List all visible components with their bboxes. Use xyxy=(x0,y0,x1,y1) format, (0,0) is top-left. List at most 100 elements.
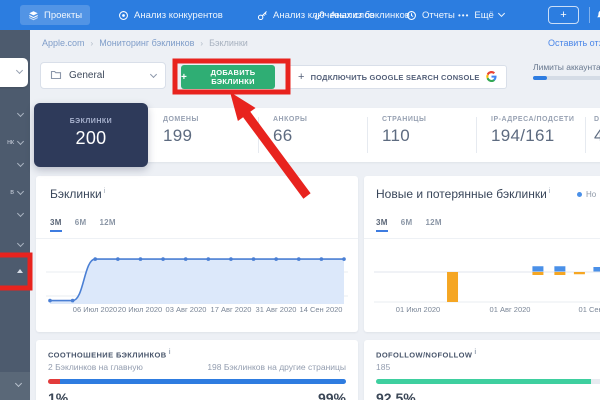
info-icon[interactable]: i xyxy=(474,349,476,356)
dofollow-count: 185 xyxy=(376,362,390,372)
dofollow-pct: 92.5% xyxy=(376,390,416,400)
divider xyxy=(476,117,477,153)
sidebar-item[interactable] xyxy=(14,244,23,246)
info-icon[interactable]: i xyxy=(169,349,171,356)
chevron-down-icon xyxy=(17,210,24,217)
sidebar-item[interactable] xyxy=(14,114,23,116)
chevron-down-icon xyxy=(17,240,24,247)
nav-item-more[interactable]: ••• Ещё xyxy=(458,5,504,25)
dofollow-bar-fill xyxy=(376,379,591,384)
tab-12m[interactable]: 12M xyxy=(425,218,441,227)
stat-card-anchors[interactable]: АНКОРЫ 66 xyxy=(273,116,307,146)
connect-gsc-button[interactable]: + ПОДКЛЮЧИТЬ GOOGLE SEARCH CONSOLE xyxy=(288,65,507,89)
chevron-down-icon xyxy=(17,110,24,117)
new-lost-bar-chart[interactable] xyxy=(372,246,600,308)
sidebar-item[interactable]: в xyxy=(10,189,23,196)
backlinks-area-chart[interactable] xyxy=(44,246,350,308)
stat-card-partial[interactable]: D 4 xyxy=(594,116,600,146)
google-icon xyxy=(486,71,497,84)
x-tick: 01 Сен 2020 xyxy=(579,305,600,314)
stat-card-backlinks[interactable]: БЭКЛИНКИ 200 xyxy=(34,103,148,167)
plus-icon: + xyxy=(298,71,305,83)
tab-6m[interactable]: 6M xyxy=(75,218,87,227)
add-backlinks-button[interactable]: + ДОБАВИТЬ БЭКЛИНКИ xyxy=(181,65,275,89)
x-tick: 17 Авг 2020 xyxy=(211,305,252,314)
folder-select[interactable]: General xyxy=(40,62,166,89)
chevron-down-icon xyxy=(498,10,505,17)
info-icon[interactable]: i xyxy=(549,188,551,195)
divider xyxy=(364,238,600,239)
folder-select-value: General xyxy=(69,70,105,81)
sidebar-item[interactable] xyxy=(14,164,23,166)
more-dots-icon: ••• xyxy=(458,11,469,20)
account-limits-label: Лимиты аккаунта xyxy=(533,62,600,72)
card-title: СООТНОШЕНИЕ БЭКЛИНКОВi xyxy=(48,349,171,360)
add-project-button[interactable]: + xyxy=(548,6,579,24)
stat-card-pages[interactable]: СТРАНИЦЫ 110 xyxy=(382,116,426,146)
folder-icon xyxy=(50,69,62,83)
stat-card-domains[interactable]: ДОМЕНЫ 199 xyxy=(163,116,199,146)
tab-3m[interactable]: 3M xyxy=(376,218,388,227)
breadcrumb-separator: › xyxy=(200,39,203,48)
reports-icon xyxy=(406,10,417,21)
bell-icon[interactable] xyxy=(595,7,600,26)
add-backlinks-label: ДОБАВИТЬ БЭКЛИНКИ xyxy=(191,68,275,86)
sidebar-project-select[interactable] xyxy=(0,58,28,87)
nav-item-label: Отчеты xyxy=(422,10,455,21)
card-title: Бэклинкиi xyxy=(50,187,105,201)
tab-12m[interactable]: 12M xyxy=(99,218,115,227)
chevron-down-icon xyxy=(17,187,24,194)
x-tick: 20 Июл 2020 xyxy=(118,305,162,314)
divider xyxy=(36,238,358,239)
competitors-icon xyxy=(118,10,129,21)
nav-item-projects[interactable]: Проекты xyxy=(20,5,90,25)
account-limits-fill xyxy=(533,76,547,80)
feedback-link[interactable]: Оставить отз xyxy=(548,38,600,48)
ratio-bar-other xyxy=(60,379,346,384)
info-icon[interactable]: i xyxy=(104,188,106,195)
stat-card-ip[interactable]: IP-АДРЕСА/ПОДСЕТИ 194/161 xyxy=(491,116,574,146)
breadcrumb-section[interactable]: Мониторинг бэклинков xyxy=(99,38,194,48)
legend-label: Но xyxy=(586,190,596,199)
backlink-ratio-card: СООТНОШЕНИЕ БЭКЛИНКОВi 2 Бэклинков на гл… xyxy=(36,340,358,400)
x-tick: 01 Авг 2020 xyxy=(490,305,531,314)
tab-3m[interactable]: 3M xyxy=(50,218,62,227)
x-tick: 14 Сен 2020 xyxy=(300,305,343,314)
nav-item-reports[interactable]: Отчеты xyxy=(398,5,463,25)
x-tick: 06 Июл 2020 xyxy=(73,305,117,314)
nav-item-competitors[interactable]: Анализ конкурентов xyxy=(110,5,231,25)
x-tick: 01 Июл 2020 xyxy=(396,305,440,314)
x-tick: 31 Авг 2020 xyxy=(256,305,297,314)
new-lost-chart-card: Новые и потерянные бэклинкиi Но 3M 6M 12… xyxy=(364,176,600,332)
chevron-down-icon xyxy=(17,160,24,167)
chevron-down-icon xyxy=(15,380,22,387)
more-label: Ещё xyxy=(474,10,493,21)
backlinks-icon xyxy=(314,10,325,21)
account-limits-bar[interactable] xyxy=(533,76,600,80)
divider xyxy=(589,7,590,23)
chevron-down-icon xyxy=(150,70,157,77)
sidebar: нк в xyxy=(0,30,30,400)
sidebar-collapse[interactable] xyxy=(0,372,30,400)
keywords-icon xyxy=(257,10,268,21)
breadcrumb-project[interactable]: Apple.com xyxy=(42,38,85,48)
ratio-right-pct: 99% xyxy=(318,390,346,400)
dofollow-card: DOFOLLOW/NOFOLLOWi 185 92.5% xyxy=(364,340,600,400)
ratio-bar-homepage xyxy=(48,379,60,384)
sidebar-item[interactable] xyxy=(14,214,23,216)
legend-dot-new xyxy=(577,192,582,197)
card-title: Новые и потерянные бэклинкиi xyxy=(376,187,550,201)
ratio-left-pct: 1% xyxy=(48,390,68,400)
sidebar-item[interactable]: нк xyxy=(7,139,23,146)
breadcrumb-separator: › xyxy=(91,39,94,48)
nav-item-label: Проекты xyxy=(44,10,82,21)
card-title: DOFOLLOW/NOFOLLOWi xyxy=(376,349,477,360)
period-tabs: 3M 6M 12M xyxy=(50,218,116,227)
divider xyxy=(367,117,368,153)
projects-icon xyxy=(28,10,39,21)
chevron-up-icon xyxy=(17,269,23,273)
nav-item-label: Анализ конкурентов xyxy=(134,10,223,21)
sidebar-item-expanded[interactable] xyxy=(17,269,23,273)
tab-6m[interactable]: 6M xyxy=(401,218,413,227)
app-window: Проекты Анализ конкурентов Анализ ключев… xyxy=(0,0,600,400)
